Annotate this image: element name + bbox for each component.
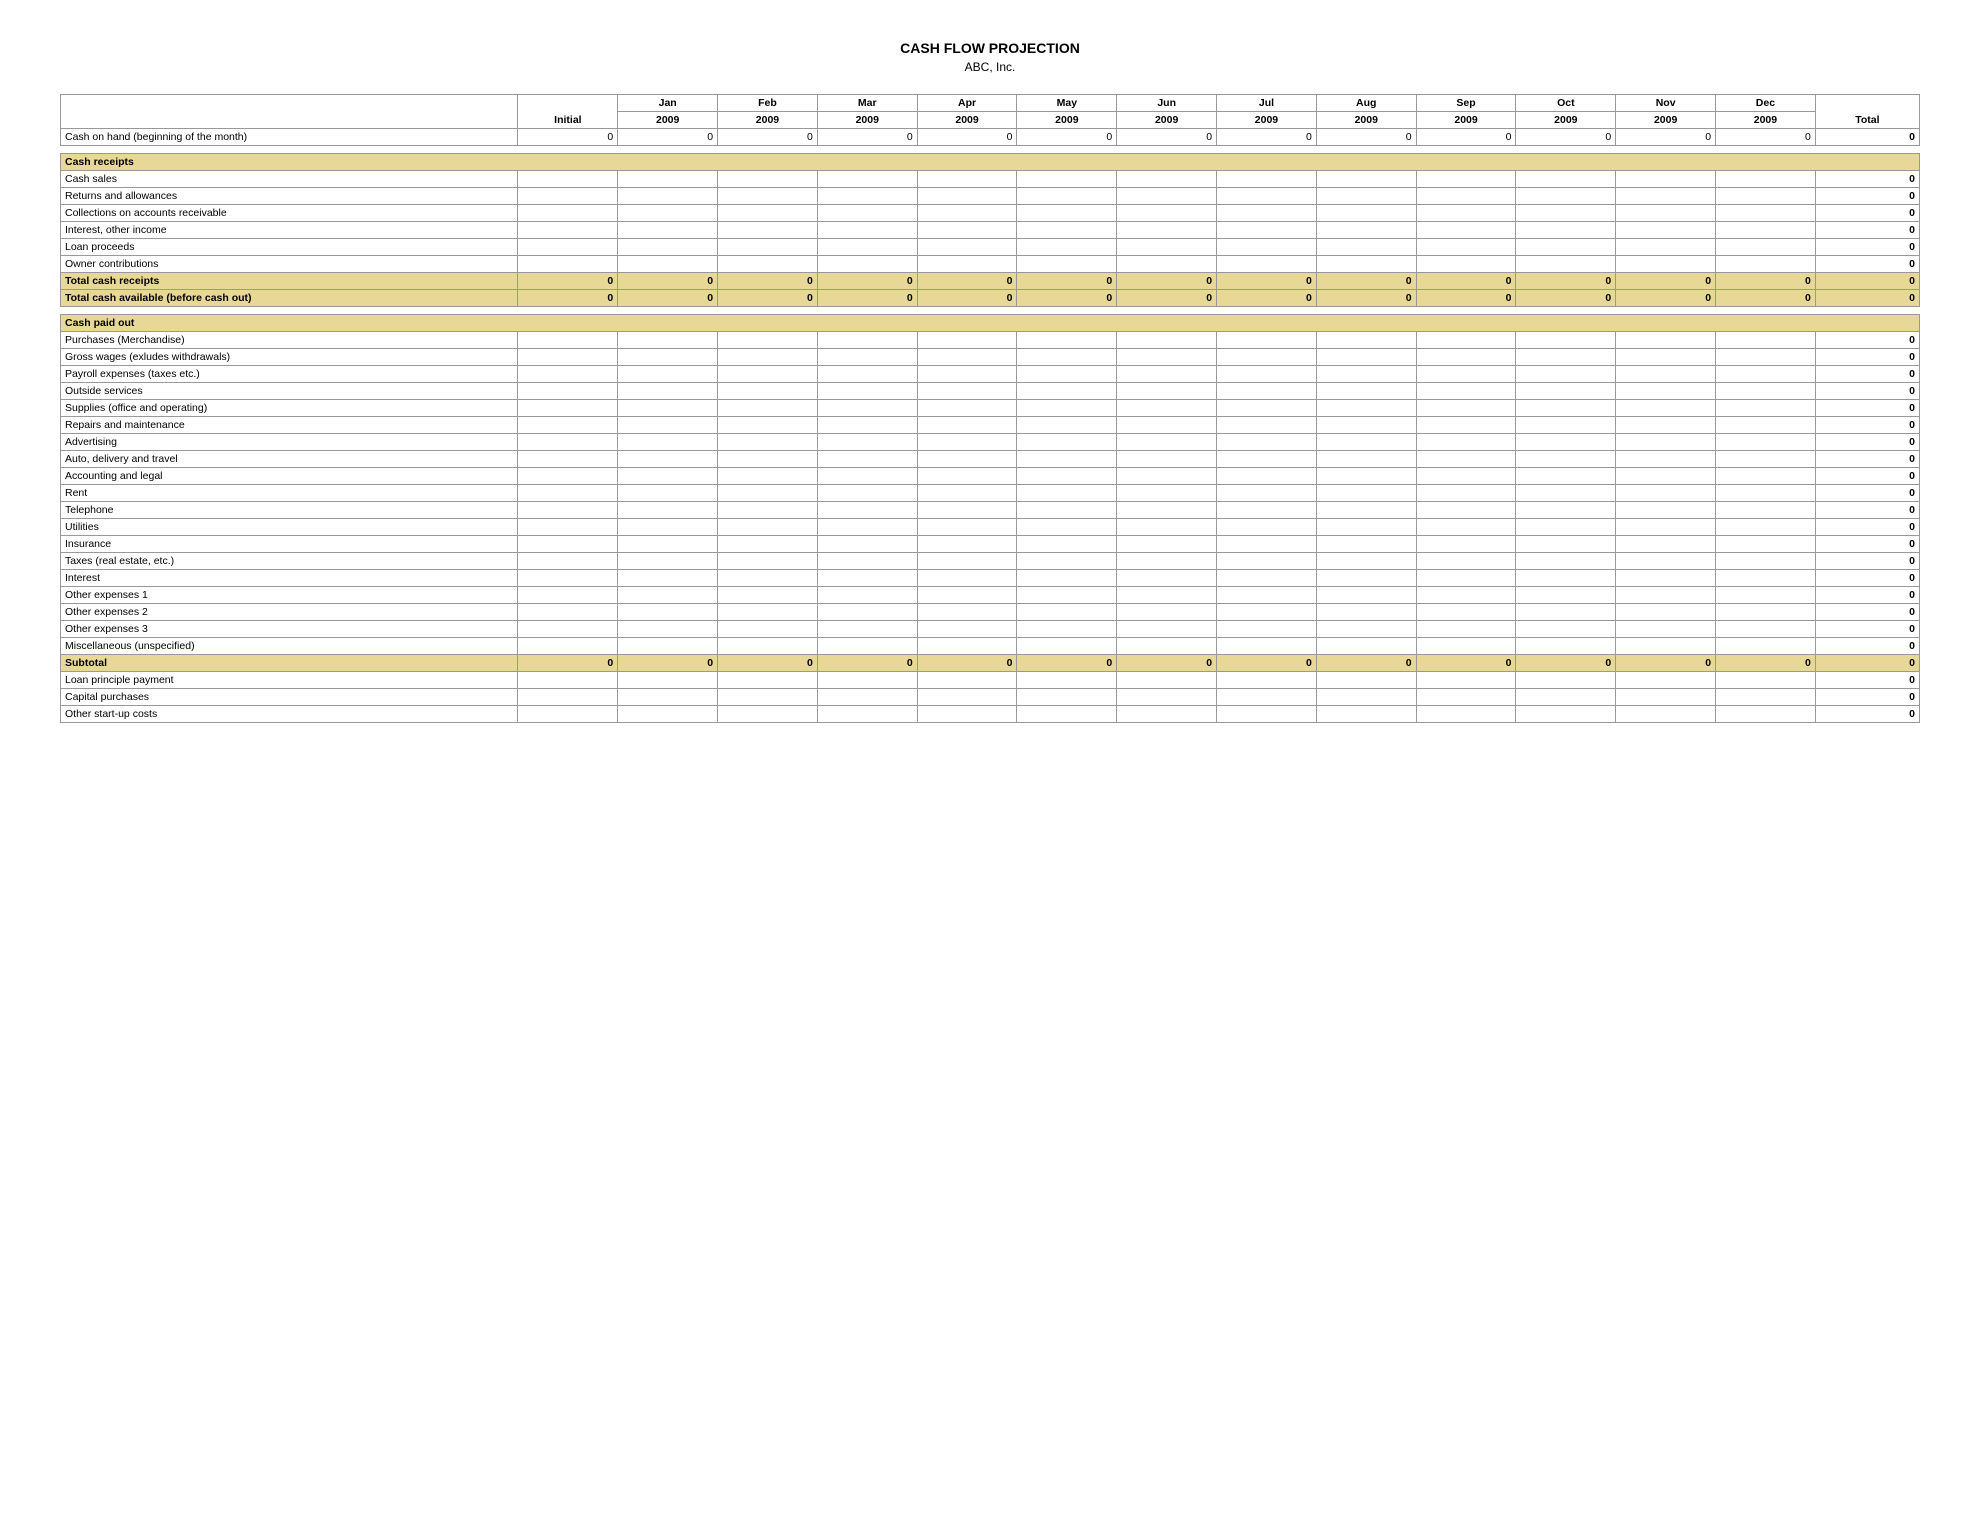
cash-on-hand-row: Cash on hand (beginning of the month) 0 … xyxy=(61,129,1920,146)
jan-header: Jan xyxy=(618,95,718,112)
interest-row: Interest 0 xyxy=(61,570,1920,587)
aug-header: Aug xyxy=(1316,95,1416,112)
dec-year: 2009 xyxy=(1716,112,1816,129)
nov-header: Nov xyxy=(1616,95,1716,112)
cash-receipts-header: Cash receipts xyxy=(61,154,1920,171)
mar-year: 2009 xyxy=(817,112,917,129)
total-header: Total xyxy=(1815,95,1919,129)
cash-receipts-title: Cash receipts xyxy=(61,154,1920,171)
owner-contributions-row: Owner contributions 0 xyxy=(61,256,1920,273)
cash-on-hand-initial[interactable]: 0 xyxy=(518,129,618,146)
jan-year: 2009 xyxy=(618,112,718,129)
column-headers: Initial Jan Feb Mar Apr May Jun Jul Aug … xyxy=(61,95,1920,112)
insurance-row: Insurance 0 xyxy=(61,536,1920,553)
repairs-row: Repairs and maintenance 0 xyxy=(61,417,1920,434)
oct-year: 2009 xyxy=(1516,112,1616,129)
dec-header: Dec xyxy=(1716,95,1816,112)
mar-header: Mar xyxy=(817,95,917,112)
cash-on-hand-label: Cash on hand (beginning of the month) xyxy=(61,129,518,146)
total-cash-receipts-label: Total cash receipts xyxy=(61,273,518,290)
interest-income-label: Interest, other income xyxy=(61,222,518,239)
may-year: 2009 xyxy=(1017,112,1117,129)
feb-header: Feb xyxy=(718,95,818,112)
total-cash-available-row: Total cash available (before cash out) 0… xyxy=(61,290,1920,307)
loan-proceeds-label: Loan proceeds xyxy=(61,239,518,256)
loan-proceeds-row: Loan proceeds 0 xyxy=(61,239,1920,256)
interest-income-row: Interest, other income 0 xyxy=(61,222,1920,239)
advertising-row: Advertising 0 xyxy=(61,434,1920,451)
payroll-expenses-row: Payroll expenses (taxes etc.) 0 xyxy=(61,366,1920,383)
jul-header: Jul xyxy=(1217,95,1317,112)
owner-contributions-label: Owner contributions xyxy=(61,256,518,273)
other-expenses-3-row: Other expenses 3 0 xyxy=(61,621,1920,638)
apr-header: Apr xyxy=(917,95,1017,112)
purchases-row: Purchases (Merchandise) 0 xyxy=(61,332,1920,349)
spacer-2 xyxy=(61,307,1920,315)
returns-row: Returns and allowances 0 xyxy=(61,188,1920,205)
collections-label: Collections on accounts receivable xyxy=(61,205,518,222)
initial-header: Initial xyxy=(518,95,618,129)
auto-delivery-row: Auto, delivery and travel 0 xyxy=(61,451,1920,468)
feb-year: 2009 xyxy=(718,112,818,129)
returns-label: Returns and allowances xyxy=(61,188,518,205)
rent-row: Rent 0 xyxy=(61,485,1920,502)
collections-row: Collections on accounts receivable 0 xyxy=(61,205,1920,222)
miscellaneous-row: Miscellaneous (unspecified) 0 xyxy=(61,638,1920,655)
sep-year: 2009 xyxy=(1416,112,1516,129)
capital-purchases-row: Capital purchases 0 xyxy=(61,689,1920,706)
aug-year: 2009 xyxy=(1316,112,1416,129)
cash-paid-out-header: Cash paid out xyxy=(61,315,1920,332)
sep-header: Sep xyxy=(1416,95,1516,112)
total-cash-receipts-row: Total cash receipts 0 0 0 0 0 0 0 0 0 0 … xyxy=(61,273,1920,290)
outside-services-row: Outside services 0 xyxy=(61,383,1920,400)
apr-year: 2009 xyxy=(917,112,1017,129)
cash-sales-label: Cash sales xyxy=(61,171,518,188)
oct-header: Oct xyxy=(1516,95,1616,112)
page-title: CASH FLOW PROJECTION xyxy=(60,40,1920,56)
taxes-row: Taxes (real estate, etc.) 0 xyxy=(61,553,1920,570)
cash-sales-row: Cash sales 0 xyxy=(61,171,1920,188)
other-expenses-2-row: Other expenses 2 0 xyxy=(61,604,1920,621)
jul-year: 2009 xyxy=(1217,112,1317,129)
total-cash-available-label: Total cash available (before cash out) xyxy=(61,290,518,307)
cash-paid-out-title: Cash paid out xyxy=(61,315,1920,332)
utilities-row: Utilities 0 xyxy=(61,519,1920,536)
jun-year: 2009 xyxy=(1117,112,1217,129)
may-header: May xyxy=(1017,95,1117,112)
page-subtitle: ABC, Inc. xyxy=(60,60,1920,74)
spacer-1 xyxy=(61,146,1920,154)
other-expenses-1-row: Other expenses 1 0 xyxy=(61,587,1920,604)
nov-year: 2009 xyxy=(1616,112,1716,129)
accounting-row: Accounting and legal 0 xyxy=(61,468,1920,485)
gross-wages-row: Gross wages (exludes withdrawals) 0 xyxy=(61,349,1920,366)
subtotal-label: Subtotal xyxy=(61,655,518,672)
startup-costs-row: Other start-up costs 0 xyxy=(61,706,1920,723)
loan-principle-row: Loan principle payment 0 xyxy=(61,672,1920,689)
supplies-row: Supplies (office and operating) 0 xyxy=(61,400,1920,417)
subtotal-row: Subtotal 0 0 0 0 0 0 0 0 0 0 0 0 0 0 xyxy=(61,655,1920,672)
jun-header: Jun xyxy=(1117,95,1217,112)
label-header xyxy=(61,95,518,129)
cash-flow-table: Initial Jan Feb Mar Apr May Jun Jul Aug … xyxy=(60,94,1920,723)
telephone-row: Telephone 0 xyxy=(61,502,1920,519)
